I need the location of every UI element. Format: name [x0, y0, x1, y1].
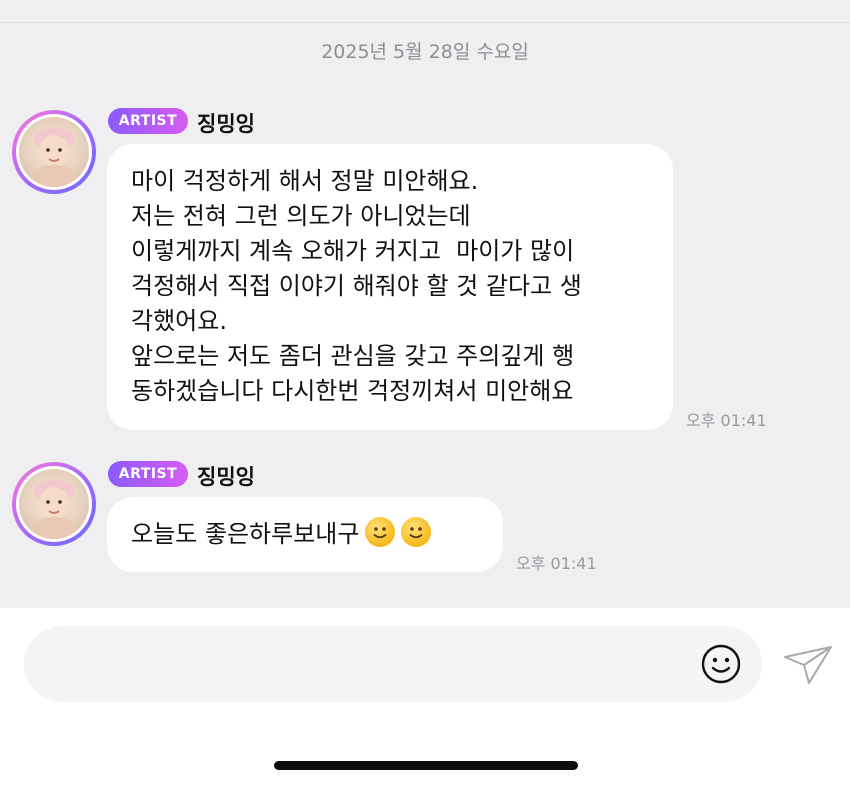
message-line: 저는 전혀 그런 의도가 아니었는데 — [131, 202, 471, 230]
message-input[interactable] — [24, 626, 762, 702]
smiling-face-emoji — [365, 517, 396, 547]
baby-photo — [19, 117, 89, 187]
home-indicator — [274, 761, 578, 770]
message-timestamp: 오후 01:41 — [516, 554, 597, 573]
paper-plane-icon[interactable] — [782, 643, 834, 685]
message-line: 오늘도 좋은하루보내구 — [131, 497, 479, 572]
sender-name[interactable]: 징밍잉 — [197, 108, 255, 138]
message-text: 오늘도 좋은하루보내구 — [131, 520, 360, 548]
baby-photo — [19, 469, 89, 539]
artist-badge: ARTIST — [108, 461, 188, 487]
sender-avatar[interactable] — [12, 462, 96, 546]
sender-name[interactable]: 징밍잉 — [197, 461, 255, 491]
chat-area[interactable]: 2025년 5월 28일 수요일 ARTIST 징밍잉 마이 걱정하게 해서 정… — [0, 0, 850, 608]
message-bubble[interactable]: 마이 걱정하게 해서 정말 미안해요. 저는 전혀 그런 의도가 아니었는데 이… — [107, 144, 673, 430]
sender-avatar[interactable] — [12, 110, 96, 194]
message-line: 걱정해서 직접 이야기 해줘야 할 것 같다고 생 — [131, 272, 582, 300]
smiley-icon[interactable] — [700, 643, 742, 685]
message-bubble[interactable]: 오늘도 좋은하루보내구 — [107, 497, 503, 572]
top-divider — [0, 22, 850, 23]
message-line: 마이 걱정하게 해서 정말 미안해요. — [131, 167, 479, 195]
message-line: 앞으로는 저도 좀더 관심을 갖고 주의깊게 행 — [131, 342, 575, 370]
artist-badge: ARTIST — [108, 108, 188, 134]
message-line: 동하겠습니다 다시한번 걱정끼쳐서 미안해요 — [131, 377, 574, 405]
smiling-face-emoji — [401, 517, 432, 547]
message-timestamp: 오후 01:41 — [686, 411, 767, 430]
message-line: 각했어요. — [131, 307, 227, 335]
message-line: 이렇게까지 계속 오해가 커지고 마이가 많이 — [131, 237, 575, 265]
date-separator: 2025년 5월 28일 수요일 — [321, 41, 529, 63]
